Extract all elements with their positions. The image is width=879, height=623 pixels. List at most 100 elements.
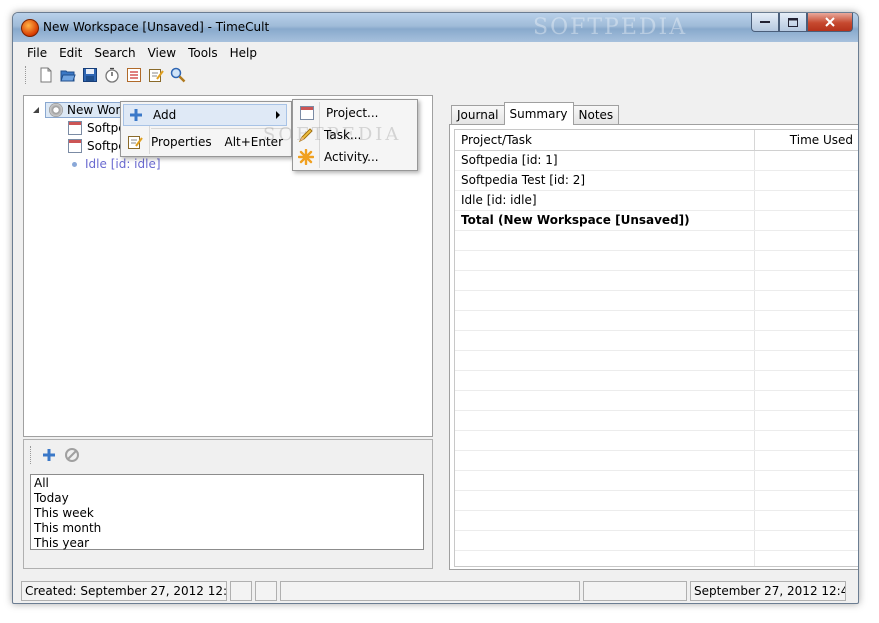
main-toolbar [21,63,850,87]
close-button[interactable] [807,13,853,32]
cell-time [755,151,858,170]
empty-row [455,231,858,251]
empty-row [455,351,858,371]
empty-row [455,491,858,511]
timecult-app-icon[interactable] [21,19,39,37]
filter-item-this-year[interactable]: This year [34,536,420,551]
menu-view[interactable]: View [142,43,182,63]
cell-project: Idle [id: idle] [455,191,755,210]
menu-bar: File Edit Search View Tools Help [21,43,850,63]
tree-collapse-icon[interactable] [32,106,41,115]
status-cell-empty [583,581,687,601]
workspace-gear-icon [49,103,63,117]
menu-item-label: Task... [324,128,362,142]
submenu-arrow-icon [276,111,280,119]
empty-row [455,471,858,491]
menu-item-add[interactable]: Add [123,104,287,126]
cell-time [755,171,858,190]
menu-file[interactable]: File [21,43,53,63]
table-row[interactable]: Idle [id: idle] [455,191,858,211]
add-filter-icon[interactable] [42,448,56,462]
menu-help[interactable]: Help [224,43,263,63]
menu-item-label: Project... [326,106,379,120]
menu-edit[interactable]: Edit [53,43,88,63]
empty-row [455,451,858,471]
stopwatch-icon [105,67,119,83]
filter-toolbar [30,445,80,465]
filter-item-this-week[interactable]: This week [34,506,420,521]
empty-row [455,391,858,411]
task-list-button[interactable] [123,64,145,86]
menu-item-label: Activity... [324,150,379,164]
minimize-icon [760,21,770,23]
activity-star-icon [298,149,314,165]
minimize-button[interactable] [751,13,779,32]
empty-row [455,271,858,291]
table-header: Project/Task Time Used [455,130,858,151]
menu-item-project[interactable]: Project... [295,102,413,124]
toolbar-grip[interactable] [25,66,29,84]
edit-notes-button[interactable] [145,64,167,86]
empty-row [455,291,858,311]
close-icon [825,17,835,27]
client-area: New Workspace Softpedia [id: 1] Softpedi… [21,89,858,576]
window-title: New Workspace [Unsaved] - TimeCult [43,20,270,34]
menu-tools[interactable]: Tools [182,43,224,63]
title-bar[interactable]: New Workspace [Unsaved] - TimeCult SOFTP… [13,13,858,42]
app-window: New Workspace [Unsaved] - TimeCult SOFTP… [12,12,859,604]
search-icon [170,67,186,83]
cell-project: Softpedia [id: 1] [455,151,755,170]
menu-item-task[interactable]: Task... [295,124,413,146]
table-row[interactable]: Softpedia [id: 1] [455,151,858,171]
save-disk-icon [83,68,97,82]
status-bar: Created: September 27, 2012 12:42:16 Sep… [21,581,849,601]
table-row[interactable]: Softpedia Test [id: 2] [455,171,858,191]
table-row-total[interactable]: Total (New Workspace [Unsaved]) [455,211,858,231]
timer-button[interactable] [101,64,123,86]
empty-row [455,251,858,271]
maximize-icon [788,17,798,27]
empty-row [455,531,858,551]
tab-summary[interactable]: Summary [503,102,574,125]
time-filter-list[interactable]: All Today This week This month This year [30,474,424,550]
save-button[interactable] [79,64,101,86]
status-current-time: September 27, 2012 12:43:11 [690,581,846,601]
cell-project: Softpedia Test [id: 2] [455,171,755,190]
empty-row [455,411,858,431]
empty-row [455,511,858,531]
search-button[interactable] [167,64,189,86]
properties-icon [128,136,143,149]
tree-item-idle[interactable]: Idle [id: idle] [68,155,161,173]
idle-activity-icon [72,161,77,167]
filter-item-this-month[interactable]: This month [34,521,420,536]
empty-row [455,431,858,451]
tab-journal[interactable]: Journal [451,105,505,125]
filter-item-all[interactable]: All [34,476,420,491]
task-pencil-icon [298,128,313,143]
project-icon [68,121,82,135]
maximize-button[interactable] [779,13,807,32]
project-icon [300,106,314,120]
cell-time [755,211,858,230]
cell-project: Total (New Workspace [Unsaved]) [455,211,755,230]
status-cell-empty [280,581,580,601]
project-icon-wrap [300,106,314,120]
menu-item-label: Add [153,108,177,122]
empty-row [455,551,858,566]
tree-item-label: Idle [id: idle] [85,157,161,171]
column-header-project[interactable]: Project/Task [455,130,755,150]
status-cell-empty [230,581,252,601]
tab-notes[interactable]: Notes [572,105,620,125]
filter-toolbar-grip[interactable] [30,446,34,464]
status-cell-empty [255,581,277,601]
menu-search[interactable]: Search [88,43,141,63]
remove-filter-icon[interactable] [64,447,80,463]
summary-table: Project/Task Time Used Softpedia [id: 1]… [454,129,858,567]
filter-panel: All Today This week This month This year [23,439,433,569]
open-button[interactable] [57,64,79,86]
column-header-time-used[interactable]: Time Used [755,130,858,150]
filter-item-today[interactable]: Today [34,491,420,506]
new-button[interactable] [35,64,57,86]
menu-item-activity[interactable]: Activity... [295,146,413,168]
summary-panel: Project/Task Time Used Softpedia [id: 1]… [449,124,858,570]
